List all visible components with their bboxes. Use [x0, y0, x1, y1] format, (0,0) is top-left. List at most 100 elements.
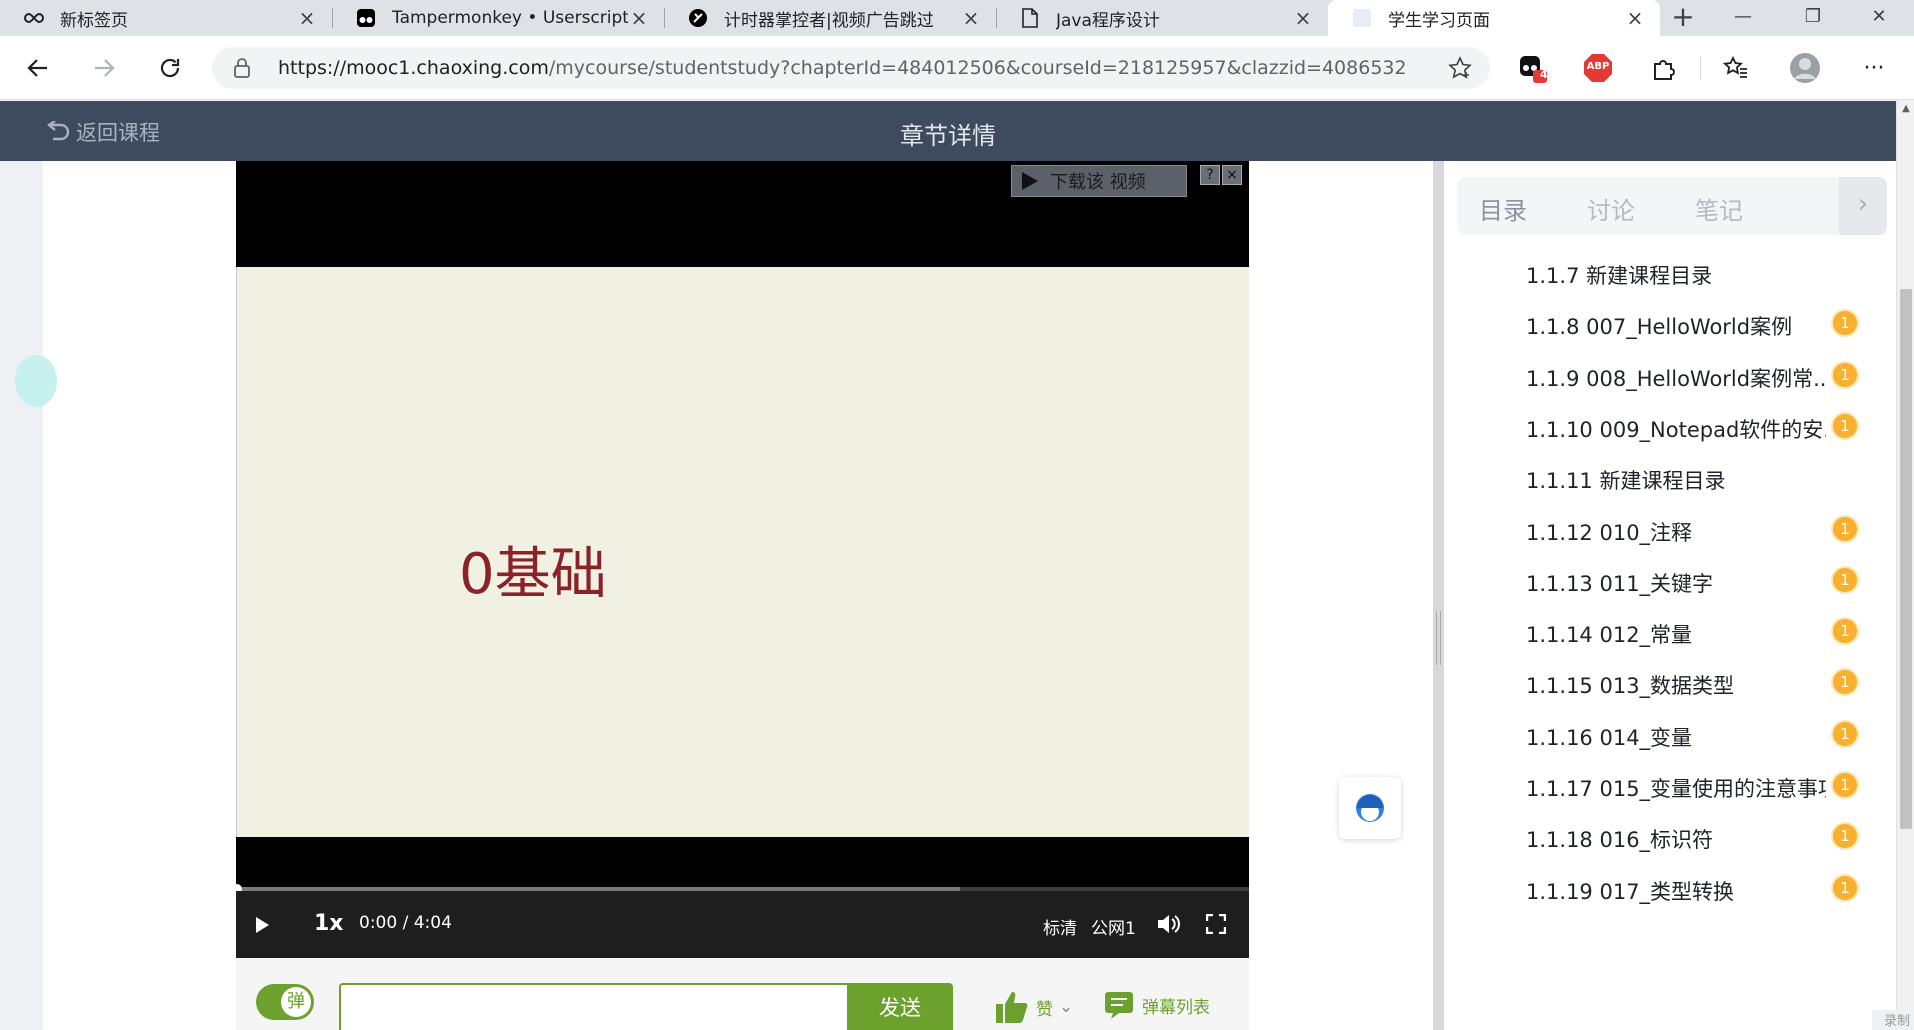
chapter-label: 1.1.15 013_数据类型 — [1526, 674, 1735, 699]
tab-title: 计时器掌控者|视频广告跳过 — [724, 10, 934, 31]
video-controls: 1x 0:00 / 4:04 标清 公网1 — [236, 891, 1249, 958]
tab-title: Tampermonkey • Userscripts — [392, 8, 628, 28]
chapter-item[interactable]: 1.1.13 011_关键字 1 — [1526, 560, 1866, 600]
profile-avatar[interactable] — [1789, 52, 1821, 84]
danmaku-toggle-label: 弹 — [281, 987, 311, 1017]
chapter-item[interactable]: 1.1.12 010_注释 1 — [1526, 509, 1866, 549]
floating-side-widget[interactable] — [15, 355, 57, 407]
line-button[interactable]: 公网1 — [1091, 914, 1136, 939]
more-menu-icon[interactable]: ··· — [1858, 52, 1890, 84]
close-window-icon[interactable]: ✕ — [1844, 0, 1914, 36]
page-viewport: 返回课程 章节详情 0基础 下载该 视频 ? × 1x 0:00 / 4:04 — [0, 101, 1914, 1030]
chapter-label: 1.1.11 新建课程目录 — [1526, 469, 1726, 494]
chapter-item[interactable]: 1.1.8 007_HelloWorld案例 1 — [1526, 303, 1866, 343]
chapter-item[interactable]: 1.1.11 新建课程目录 — [1526, 457, 1866, 497]
tab-timer-controller[interactable]: 计时器掌控者|视频广告跳过 × — [664, 0, 996, 36]
task-point-badge: 1 — [1831, 873, 1859, 902]
page-scrollbar[interactable]: ▲ — [1896, 101, 1914, 1030]
tab-close-icon[interactable]: × — [960, 7, 982, 29]
fullscreen-icon[interactable] — [1205, 913, 1227, 935]
like-button[interactable]: 赞 ⌄ — [994, 990, 1073, 1024]
tampermonkey-icon — [356, 8, 376, 28]
chapter-item[interactable]: 1.1.10 009_Notepad软件的安... 1 — [1526, 406, 1866, 446]
task-point-badge: 1 — [1831, 514, 1859, 543]
playback-rate-button[interactable]: 1x — [314, 911, 344, 936]
tab-notes[interactable]: 笔记 — [1695, 191, 1743, 226]
chapter-item[interactable]: 1.1.9 008_HelloWorld案例常... 1 — [1526, 355, 1866, 395]
add-favorite-icon[interactable] — [1448, 56, 1472, 80]
tab-catalog[interactable]: 目录 — [1479, 191, 1527, 226]
play-triangle-icon — [1022, 172, 1038, 190]
play-icon[interactable] — [256, 917, 269, 933]
download-video-button[interactable]: 下载该 视频 — [1011, 165, 1187, 197]
splitter-grip[interactable] — [1436, 611, 1441, 665]
danmaku-input[interactable] — [339, 983, 847, 1030]
download-close-button[interactable]: × — [1222, 165, 1242, 185]
reload-icon[interactable] — [152, 50, 188, 86]
customer-service-button[interactable] — [1339, 777, 1401, 839]
sidebar-next-icon[interactable]: › — [1839, 177, 1887, 235]
record-tag[interactable]: 录制 — [1872, 1010, 1914, 1030]
download-video-label: 下载该 视频 — [1050, 172, 1146, 193]
time-total: 4:04 — [413, 913, 452, 933]
task-point-badge: 1 — [1831, 719, 1859, 748]
danmaku-toggle[interactable]: 弹 — [256, 984, 314, 1020]
new-tab-button[interactable]: + — [1660, 0, 1706, 36]
minimize-icon[interactable]: — — [1708, 0, 1778, 36]
video-frame[interactable]: 0基础 — [236, 267, 1249, 837]
browser-toolbar: https://mooc1.chaoxing.com/mycourse/stud… — [0, 36, 1914, 100]
task-point-badge: 1 — [1831, 309, 1859, 338]
lock-icon[interactable] — [232, 57, 252, 79]
blank-page-icon — [1352, 8, 1372, 28]
danmaku-send-button[interactable]: 发送 — [847, 983, 953, 1030]
adblock-plus-icon[interactable]: ABP — [1582, 52, 1614, 84]
video-player[interactable]: 0基础 下载该 视频 ? × 1x 0:00 / 4:04 标清 公网1 — [232, 161, 1249, 958]
tab-discussion[interactable]: 讨论 — [1587, 191, 1635, 226]
scroll-up-icon[interactable]: ▲ — [1901, 103, 1911, 114]
back-arrow-icon[interactable] — [20, 50, 56, 86]
chapter-item[interactable]: 1.1.16 014_变量 1 — [1526, 714, 1866, 754]
extensions-puzzle-icon[interactable] — [1648, 52, 1680, 84]
chapter-item[interactable]: 1.1.19 017_类型转换 1 — [1526, 868, 1866, 908]
tab-student-study[interactable]: 学生学习页面 × — [1328, 0, 1660, 36]
tab-java-course[interactable]: Java程序设计 × — [996, 0, 1328, 36]
scrollbar-thumb[interactable] — [1900, 289, 1912, 829]
extension-badge-icon[interactable]: 4 — [1516, 52, 1548, 84]
chevron-down-icon[interactable]: ⌄ — [1059, 997, 1073, 1017]
tab-close-icon[interactable]: × — [628, 7, 650, 29]
chapter-item[interactable]: 1.1.15 013_数据类型 1 — [1526, 662, 1866, 702]
tab-close-icon[interactable]: × — [1292, 7, 1314, 29]
chapter-item[interactable]: 1.1.17 015_变量使用的注意事项 1 — [1526, 765, 1866, 805]
assistant-avatar-icon — [1356, 794, 1384, 822]
tab-title: Java程序设计 — [1056, 10, 1160, 31]
chapter-label: 1.1.19 017_类型转换 — [1526, 879, 1735, 904]
tab-close-icon[interactable]: × — [1624, 7, 1646, 29]
tab-close-icon[interactable]: × — [296, 7, 318, 29]
url-text[interactable]: https://mooc1.chaoxing.com/mycourse/stud… — [278, 57, 1408, 79]
tab-tampermonkey[interactable]: Tampermonkey • Userscripts × — [332, 0, 664, 36]
download-help-button[interactable]: ? — [1200, 165, 1220, 185]
forward-arrow-icon[interactable] — [86, 50, 122, 86]
favorites-icon[interactable] — [1720, 52, 1752, 84]
volume-icon[interactable] — [1156, 913, 1180, 935]
slide-text: 0基础 — [459, 542, 607, 607]
chapter-label: 1.1.18 016_标识符 — [1526, 828, 1714, 853]
sidebar-tabs: 目录 讨论 笔记 › — [1457, 177, 1887, 235]
toolbar-divider — [1700, 56, 1701, 80]
address-bar[interactable]: https://mooc1.chaoxing.com/mycourse/stud… — [212, 47, 1490, 89]
task-point-badge: 1 — [1831, 668, 1859, 697]
chapter-label: 1.1.10 009_Notepad软件的安... — [1526, 417, 1826, 442]
danmaku-list-button[interactable]: 弹幕列表 — [1104, 990, 1210, 1020]
panel-splitter[interactable] — [1433, 161, 1444, 1030]
chapter-item[interactable]: 1.1.7 新建课程目录 — [1526, 252, 1866, 292]
document-icon — [1020, 8, 1040, 28]
quality-button[interactable]: 标清 — [1043, 914, 1077, 939]
danmaku-list-label: 弹幕列表 — [1142, 997, 1210, 1018]
extension-badge-count: 4 — [1540, 68, 1548, 81]
task-point-badge: 1 — [1831, 565, 1859, 594]
restore-icon[interactable]: ❐ — [1778, 0, 1848, 36]
chapter-item[interactable]: 1.1.18 016_标识符 1 — [1526, 816, 1866, 856]
time-separator: / — [402, 913, 409, 933]
chapter-item[interactable]: 1.1.14 012_常量 1 — [1526, 611, 1866, 651]
tab-new-tab-page[interactable]: 新标签页 × — [0, 0, 332, 36]
